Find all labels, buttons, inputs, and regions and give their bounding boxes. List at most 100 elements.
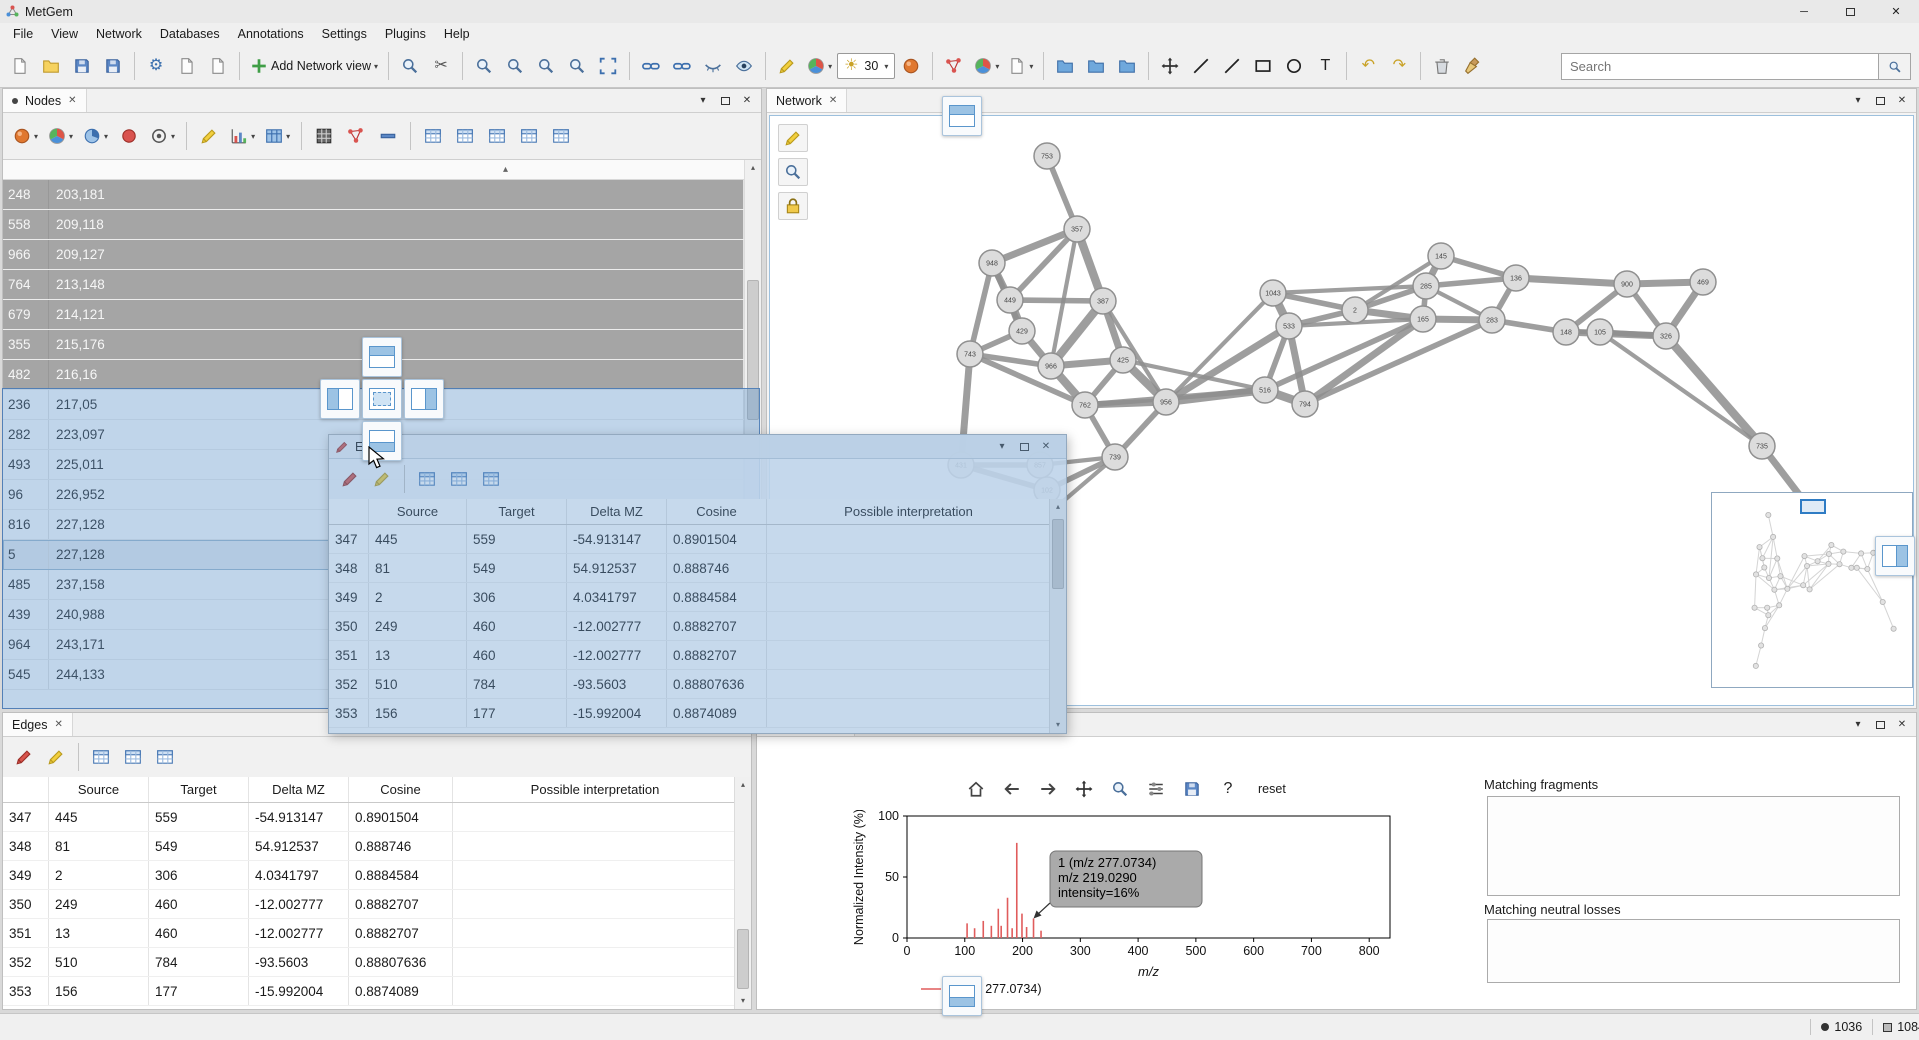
- spectra-dock-close-button[interactable]: ✕: [1892, 716, 1912, 734]
- edges-table-row[interactable]: 353156177-15.9920040.8874089: [3, 977, 751, 1006]
- network-minimap[interactable]: [1711, 492, 1913, 688]
- scroll-down-icon[interactable]: ▾: [1050, 717, 1066, 733]
- line-tool-button[interactable]: [1186, 50, 1216, 82]
- highlight-selection-button[interactable]: [194, 119, 224, 153]
- node-size-button[interactable]: [896, 50, 926, 82]
- network-tab-close-icon[interactable]: ✕: [829, 95, 837, 106]
- nodes-table-row[interactable]: 679214,121: [3, 300, 761, 330]
- network-node[interactable]: 516: [1252, 377, 1278, 403]
- edges-table-row[interactable]: 35113460-12.0027770.8882707: [3, 919, 751, 948]
- chart-menu-button[interactable]: ▾: [226, 119, 259, 153]
- network-node[interactable]: 148: [1553, 319, 1579, 345]
- search-button[interactable]: [1879, 53, 1911, 80]
- back-button[interactable]: [997, 775, 1027, 803]
- network-node[interactable]: 145: [1428, 243, 1454, 269]
- hide-items-button[interactable]: [698, 50, 728, 82]
- highlight-color-button[interactable]: [114, 119, 144, 153]
- compress-columns-button[interactable]: [150, 740, 180, 774]
- edges-table-row[interactable]: 347445559-54.9131470.8901504: [3, 803, 751, 832]
- edges-table-row[interactable]: 350249460-12.0027770.8882707: [329, 612, 1066, 641]
- node-size-menu-button[interactable]: ▾: [9, 119, 42, 153]
- add-network-view-button[interactable]: Add Network view▾: [246, 50, 382, 82]
- target-menu-button[interactable]: ▾: [146, 119, 179, 153]
- node-color-menu-button[interactable]: ▾: [44, 119, 77, 153]
- network-node[interactable]: 136: [1503, 265, 1529, 291]
- network-node[interactable]: 283: [1479, 307, 1505, 333]
- zoom-out-button[interactable]: [469, 50, 499, 82]
- freeze-columns-button[interactable]: [444, 462, 474, 496]
- dock-indicator-outer-bottom[interactable]: [942, 976, 982, 1016]
- network-node[interactable]: 105: [1587, 319, 1613, 345]
- network-node[interactable]: 285: [1413, 273, 1439, 299]
- network-dock-close-button[interactable]: ✕: [1892, 92, 1912, 110]
- network-node[interactable]: 1043: [1260, 280, 1286, 306]
- scroll-up-icon[interactable]: ▴: [735, 777, 751, 793]
- column-header-delta-mz[interactable]: Delta MZ: [567, 499, 667, 524]
- open-databases-button[interactable]: [1050, 50, 1080, 82]
- floating-panel-titlebar[interactable]: Edges ▾ ✕: [329, 435, 1066, 459]
- palette-button[interactable]: ▾: [970, 50, 1003, 82]
- column-header-target[interactable]: Target: [467, 499, 567, 524]
- formula-button[interactable]: [309, 119, 339, 153]
- spectra-dock-menu-button[interactable]: ▾: [1848, 716, 1868, 734]
- freeze-columns-button[interactable]: [118, 740, 148, 774]
- tools-button[interactable]: ✂: [426, 50, 456, 82]
- menu-annotations[interactable]: Annotations: [229, 25, 313, 43]
- save-project-button[interactable]: [67, 50, 97, 82]
- network-node[interactable]: 429: [1009, 318, 1035, 344]
- network-node[interactable]: 794: [1292, 391, 1318, 417]
- process-file-button[interactable]: ⚙: [141, 50, 171, 82]
- edges-table-row[interactable]: 34923064.03417970.8884584: [329, 583, 1066, 612]
- link-selection-button[interactable]: [667, 50, 697, 82]
- save-figure-button[interactable]: [1177, 775, 1207, 803]
- reset-button[interactable]: reset: [1249, 775, 1295, 803]
- open-project-button[interactable]: [36, 50, 66, 82]
- nodes-table-row[interactable]: 558209,118: [3, 210, 761, 240]
- edges-table-row[interactable]: 3488154954.9125370.888746: [329, 554, 1066, 583]
- floating-panel-float-button[interactable]: [1014, 438, 1034, 456]
- rect-tool-button[interactable]: [1248, 50, 1278, 82]
- show-columns-button[interactable]: [546, 119, 576, 153]
- close-button[interactable]: ✕: [1873, 0, 1919, 23]
- save-project-as-button[interactable]: [98, 50, 128, 82]
- column-header-possible-interpretation[interactable]: Possible interpretation: [453, 777, 738, 802]
- tab-network[interactable]: Network ✕: [767, 89, 847, 112]
- customize-button[interactable]: [1141, 775, 1171, 803]
- network-node[interactable]: 469: [1690, 269, 1716, 295]
- matching-fragments-box[interactable]: [1487, 796, 1900, 896]
- network-select-button[interactable]: [778, 158, 808, 186]
- edges-table-row[interactable]: 353156177-15.9920040.8874089: [329, 699, 1066, 728]
- edges-table-row[interactable]: 34923064.03417970.8884584: [3, 861, 751, 890]
- help-button[interactable]: ?: [1213, 775, 1243, 803]
- new-project-button[interactable]: [5, 50, 35, 82]
- floating-table-scrollbar[interactable]: ▴ ▾: [1049, 499, 1066, 733]
- network-node[interactable]: 762: [1072, 392, 1098, 418]
- text-tool-button[interactable]: T: [1310, 50, 1340, 82]
- network-edit-button[interactable]: [778, 124, 808, 152]
- cluster-button[interactable]: [341, 119, 371, 153]
- undo-button[interactable]: ↶: [1353, 50, 1383, 82]
- minimap-viewport[interactable]: [1800, 499, 1826, 514]
- nodes-table-row[interactable]: 966209,127: [3, 240, 761, 270]
- zoom-fit-button[interactable]: [531, 50, 561, 82]
- view-databases-button[interactable]: [1081, 50, 1111, 82]
- floating-panel-menu-button[interactable]: ▾: [992, 438, 1012, 456]
- floating-panel-close-button[interactable]: ✕: [1036, 438, 1056, 456]
- network-node[interactable]: 735: [1749, 433, 1775, 459]
- scroll-thumb[interactable]: [737, 929, 749, 989]
- network-node[interactable]: 966: [1038, 353, 1064, 379]
- scroll-up-icon[interactable]: ▴: [1050, 499, 1066, 515]
- network-node[interactable]: 165: [1410, 306, 1436, 332]
- compress-columns-button[interactable]: [476, 462, 506, 496]
- forward-button[interactable]: [1033, 775, 1063, 803]
- import-metadata-button[interactable]: [172, 50, 202, 82]
- hide-columns-button[interactable]: [514, 119, 544, 153]
- zoom-button[interactable]: [1105, 775, 1135, 803]
- network-node[interactable]: 387: [1090, 288, 1116, 314]
- edges-tab-close-icon[interactable]: ✕: [54, 719, 62, 730]
- dock-indicator-center[interactable]: [362, 379, 402, 419]
- freeze-columns-button[interactable]: [450, 119, 480, 153]
- minimize-button[interactable]: ─: [1781, 0, 1827, 23]
- network-node[interactable]: 449: [997, 287, 1023, 313]
- column-header-cosine[interactable]: Cosine: [349, 777, 453, 802]
